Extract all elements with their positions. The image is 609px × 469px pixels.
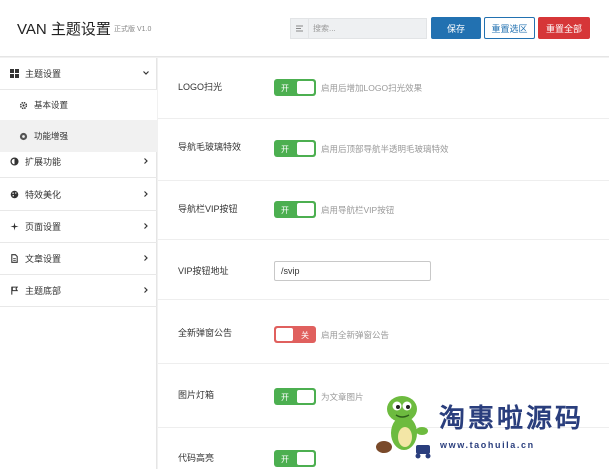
sidebar-subitem-basic[interactable]: 基本设置 [0,90,157,120]
toggle-knob [297,142,314,155]
sidebar-item-label: 扩展功能 [25,157,62,167]
setting-row-nav-vip: 导航栏VIP按钮 开 启用导航栏VIP按钮 [158,181,609,240]
sidebar-item-label: 主题设置 [25,69,62,79]
chevron-down-icon [142,69,150,79]
dot-gear-icon [19,132,28,141]
sidebar-item-extensions[interactable]: 扩展功能 [0,146,157,178]
setting-description: 启用后顶部导航半透明毛玻璃特效 [321,144,449,154]
setting-description: 启用后增加LOGO扫光效果 [321,83,423,93]
setting-label: 导航毛玻璃特效 [178,142,242,152]
toggle-state: 开 [281,393,289,402]
watermark-text: 淘惠啦源码 [439,404,585,434]
sidebar-item-post-settings[interactable]: 文章设置 [0,243,157,275]
chevron-right-icon [142,286,150,296]
toggle-knob [297,81,314,94]
grid-icon [10,69,19,78]
vip-url-input[interactable] [274,261,431,281]
version-label: 正式版 V1.0 [114,26,152,33]
save-button[interactable]: 保存 [431,17,481,39]
toggle-switch[interactable]: 开 [274,201,316,218]
setting-row-nav-blur: 导航毛玻璃特效 开 启用后顶部导航半透明毛玻璃特效 [158,119,609,181]
setting-description: 启用全新弹窗公告 [321,330,390,340]
circle-icon [10,157,19,166]
toggle-state: 开 [281,145,289,154]
flag-icon [10,286,19,295]
toggle-state: 关 [301,331,309,340]
toggle-switch[interactable]: 开 [274,388,316,405]
setting-row-logo-shine: LOGO扫光 开 启用后增加LOGO扫光效果 [158,58,609,119]
sidebar-subitem-label: 基本设置 [34,100,69,110]
watermark: 淘惠啦源码 www.taohuila.cn [372,385,609,469]
toggle-state: 开 [281,84,289,93]
chevron-right-icon [142,190,150,200]
document-icon [10,254,19,263]
dinosaur-mascot-icon [376,396,431,459]
sidebar-item-label: 主题底部 [25,286,62,296]
toggle-state: 开 [281,455,289,464]
watermark-url: www.taohuila.cn [440,440,535,450]
toggle-switch[interactable]: 开 [274,79,316,96]
list-filter-icon[interactable] [291,19,309,38]
sidebar: 主题设置 基本设置 功能增强 扩展功能 特效美化 页面设置 文章设置 主题底部 [0,58,157,469]
page-title: VAN 主题设置 [17,21,111,38]
gear-icon [19,101,28,110]
toggle-knob [297,390,314,403]
palette-icon [10,190,19,199]
toggle-knob [297,452,314,465]
sidebar-item-effects[interactable]: 特效美化 [0,179,157,211]
search-input[interactable] [313,21,423,36]
setting-label: 代码高亮 [178,453,215,463]
chevron-right-icon [142,254,150,264]
setting-row-popup-notice: 全新弹窗公告 关 启用全新弹窗公告 [158,300,609,364]
sidebar-item-label: 特效美化 [25,190,62,200]
toggle-switch[interactable]: 开 [274,450,316,467]
setting-label: 导航栏VIP按钮 [178,204,238,214]
setting-label: 图片灯箱 [178,390,215,400]
sidebar-item-footer[interactable]: 主题底部 [0,275,157,307]
sidebar-item-theme-settings[interactable]: 主题设置 [0,58,157,90]
setting-row-vip-url: VIP按钮地址 [158,240,609,300]
toggle-switch[interactable]: 关 [274,326,316,343]
setting-description: 启用导航栏VIP按钮 [321,205,395,215]
reset-all-button[interactable]: 重置全部 [538,17,590,39]
chevron-right-icon [142,222,150,232]
setting-label: LOGO扫光 [178,82,223,92]
setting-label: 全新弹窗公告 [178,328,233,338]
toggle-state: 开 [281,206,289,215]
setting-label: VIP按钮地址 [178,266,229,276]
sidebar-subitem-label: 功能增强 [34,131,69,141]
reset-selection-button[interactable]: 重置选区 [484,17,535,39]
toggle-knob [297,203,314,216]
toggle-knob [276,328,293,341]
top-header: VAN 主题设置 正式版 V1.0 保存 重置选区 重置全部 [0,0,609,57]
sidebar-item-page-settings[interactable]: 页面设置 [0,211,157,243]
toggle-switch[interactable]: 开 [274,140,316,157]
chevron-right-icon [142,157,150,167]
sparkle-icon [10,222,19,231]
sidebar-item-label: 文章设置 [25,254,62,264]
sidebar-item-label: 页面设置 [25,222,62,232]
search-box [290,18,427,39]
setting-description: 为文章图片 [321,392,364,402]
